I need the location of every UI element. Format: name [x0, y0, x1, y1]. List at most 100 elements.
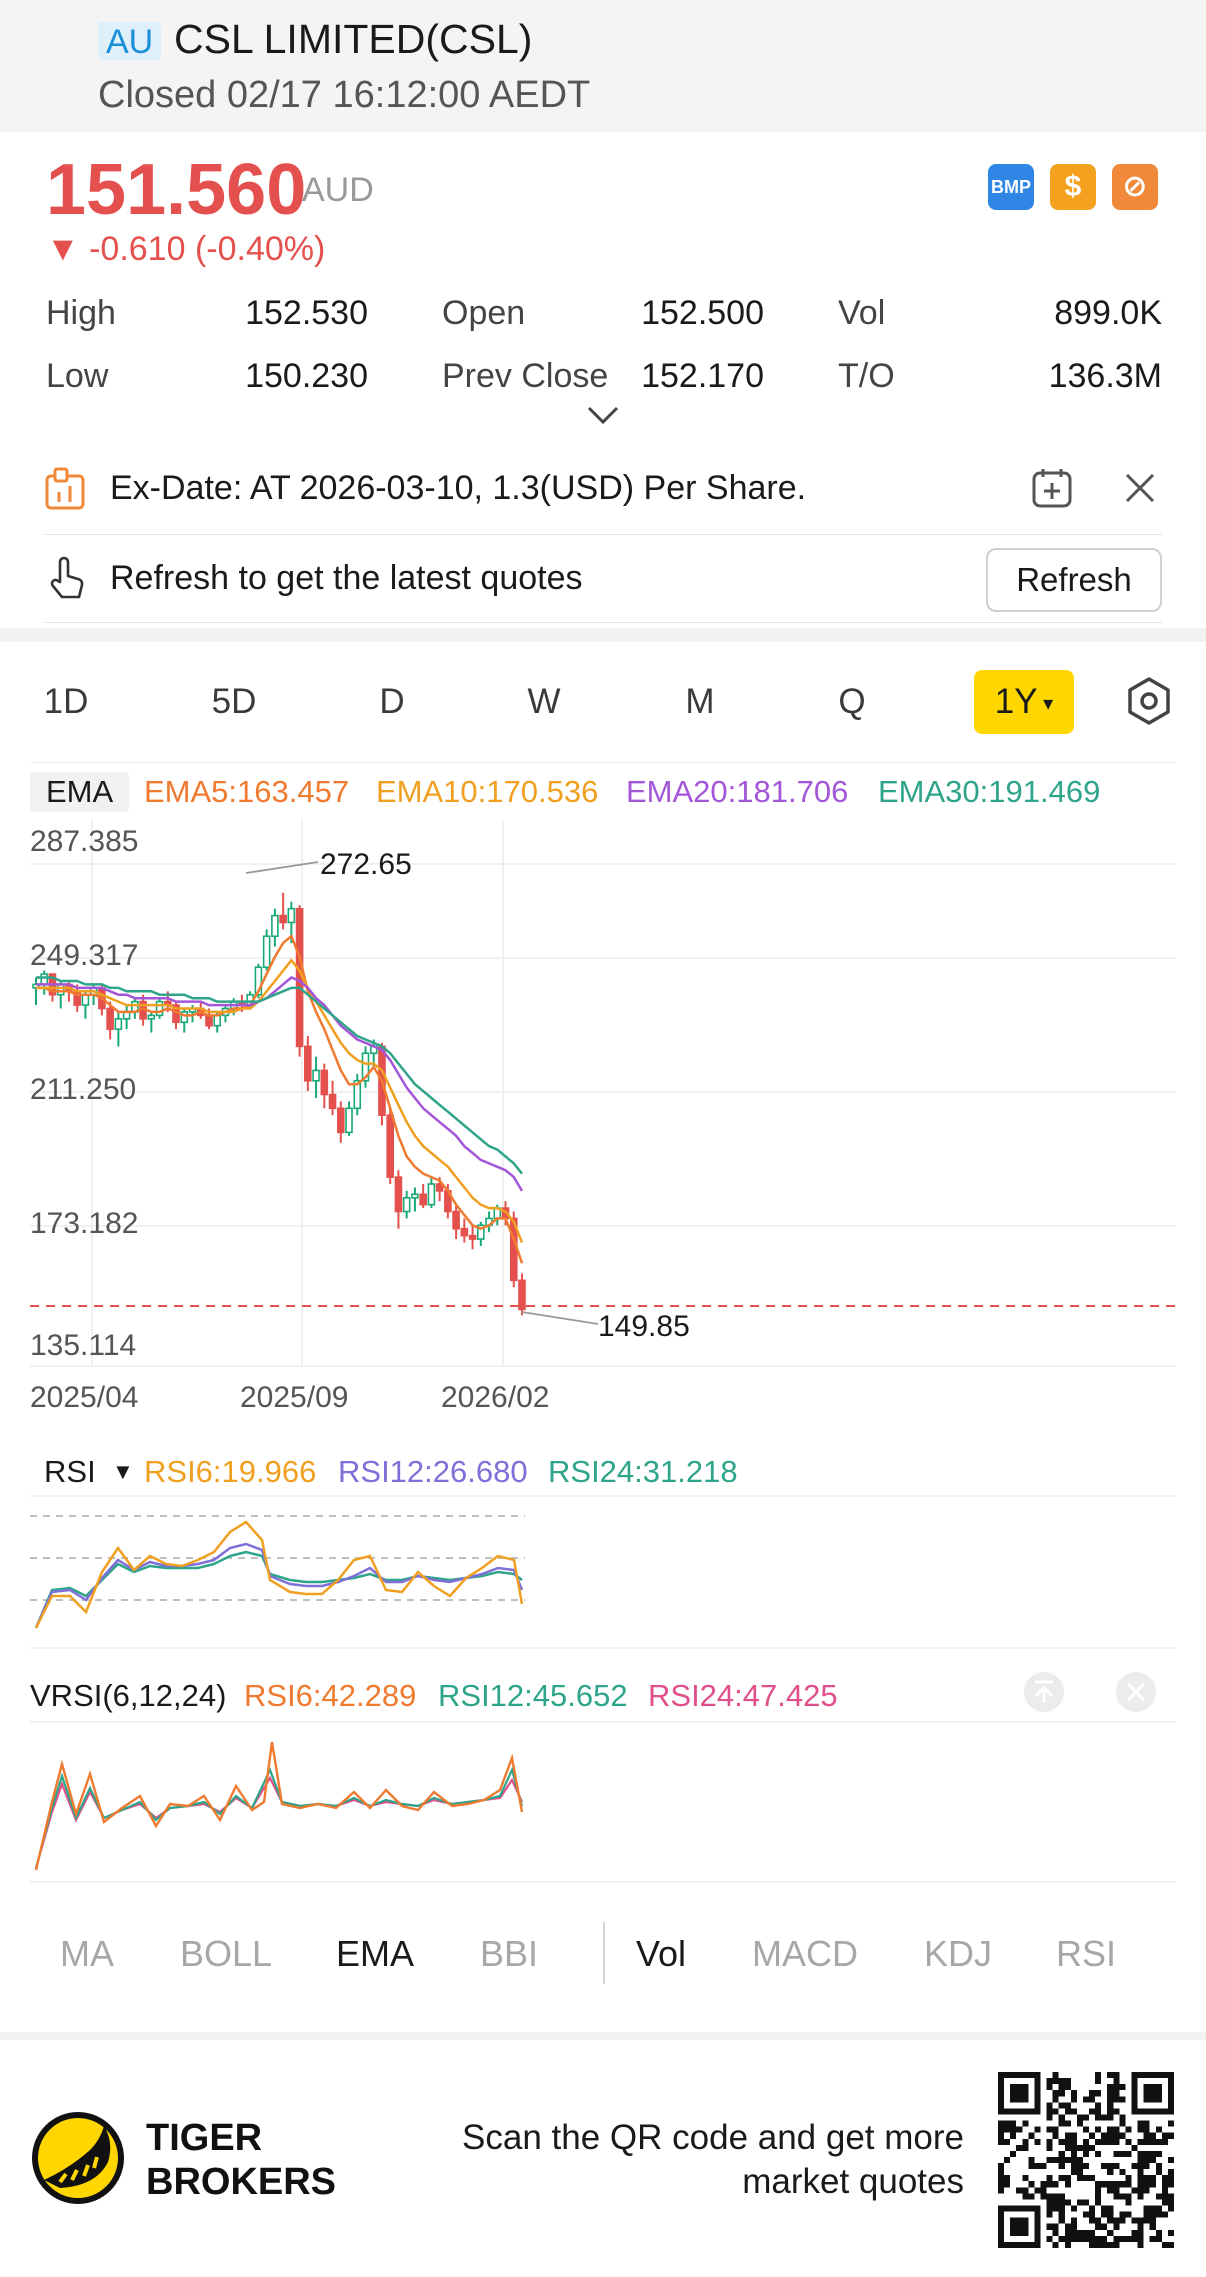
indicator-tab-vol[interactable]: Vol [636, 1932, 686, 1976]
qr-module [1046, 2199, 1053, 2206]
qr-module [1095, 2193, 1102, 2200]
qr-module [1052, 2205, 1059, 2212]
qr-module [998, 2138, 1005, 2145]
refresh-button[interactable]: Refresh [986, 548, 1162, 612]
refresh-hint: Refresh to get the latest quotes [110, 559, 583, 597]
indicator-tab-ma[interactable]: MA [60, 1932, 114, 1976]
indicator-tab-macd[interactable]: MACD [752, 1932, 858, 1976]
qr-module [1058, 2217, 1065, 2224]
qr-module [1058, 2199, 1065, 2206]
tab-1y-selected[interactable]: 1Y ▾ [974, 670, 1074, 734]
tab-w[interactable]: W [504, 672, 584, 732]
rsi-chart[interactable] [0, 1490, 1206, 1650]
qr-module [1089, 2241, 1096, 2248]
candlestick-chart[interactable]: 272.65 149.85 [0, 820, 1206, 1420]
qr-module [1107, 2096, 1114, 2103]
qr-module [1149, 2223, 1156, 2230]
date-tick-2: 2025/09 [240, 1381, 349, 1414]
qr-module [1070, 2235, 1077, 2242]
price-tick-5: 135.114 [30, 1329, 137, 1362]
calendar-add-icon[interactable] [1030, 466, 1074, 510]
qr-module [1101, 2235, 1108, 2242]
rsi-panel-name[interactable]: RSI [44, 1452, 96, 1492]
tab-1y-label: 1Y [994, 682, 1038, 721]
candle-up [213, 1014, 222, 1027]
qr-module [1046, 2108, 1053, 2115]
indicator-tab-boll[interactable]: BOLL [180, 1932, 272, 1976]
vrsi-panel-name[interactable]: VRSI(6,12,24) [30, 1676, 226, 1716]
tab-1d[interactable]: 1D [26, 672, 106, 732]
tab-m[interactable]: M [660, 672, 740, 732]
qr-module [1149, 2217, 1156, 2224]
qr-module [1113, 2126, 1120, 2133]
qr-module [1040, 2193, 1047, 2200]
qr-caption: Scan the QR code and get more market quo… [462, 2118, 964, 2201]
tab-d[interactable]: D [352, 672, 432, 732]
qr-module [1040, 2187, 1047, 2194]
qr-module [1167, 2229, 1174, 2236]
stat-label-open: Open [442, 294, 526, 332]
qr-module [1137, 2150, 1144, 2157]
candle-up [402, 1196, 411, 1213]
qr-module [1064, 2102, 1071, 2109]
qr-module [1101, 2163, 1108, 2170]
qr-module [1004, 2156, 1011, 2164]
indicator-tab-rsi[interactable]: RSI [1056, 1932, 1116, 1976]
stat-value-low: 150.230 [245, 357, 368, 395]
qr-module [1137, 2169, 1144, 2176]
chevron-down-icon[interactable] [586, 404, 620, 426]
remove-indicator-icon[interactable] [1114, 1670, 1158, 1714]
qr-module [1010, 2132, 1017, 2139]
indicator-tab-bbi[interactable]: BBI [480, 1932, 538, 1976]
qr-module [998, 2169, 1005, 2176]
candle-down [320, 1069, 329, 1096]
qr-module [1052, 2072, 1059, 2079]
qr-module [1082, 2175, 1090, 2182]
qr-module [1095, 2181, 1102, 2188]
qr-module [1064, 2084, 1071, 2091]
qr-module [1149, 2132, 1156, 2139]
price-change: ▼ -0.610 (-0.40%) [46, 230, 326, 268]
caret-down-icon[interactable]: ▼ [112, 1452, 134, 1492]
vrsi-chart[interactable] [0, 1716, 1206, 1886]
tab-5d[interactable]: 5D [194, 672, 274, 732]
no-short-icon[interactable]: ⊘ [1112, 164, 1158, 210]
qr-module [1089, 2205, 1096, 2212]
qr-module [1095, 2138, 1102, 2145]
qr-module [1095, 2114, 1102, 2121]
close-icon[interactable] [1124, 472, 1156, 504]
chart-settings-icon[interactable] [1124, 676, 1174, 726]
bmp-icon[interactable]: BMP [988, 164, 1034, 210]
qr-module [1095, 2241, 1102, 2248]
indicator-tab-ema[interactable]: EMA [336, 1932, 414, 1976]
qr-module [1052, 2181, 1059, 2188]
candle-up [312, 1069, 320, 1082]
move-to-top-icon[interactable] [1022, 1670, 1066, 1714]
dollar-icon[interactable]: $ [1050, 164, 1096, 210]
qr-module [1107, 2072, 1114, 2079]
qr-module [1028, 2193, 1035, 2200]
qr-module [1137, 2235, 1144, 2242]
candle-up [427, 1183, 436, 1206]
candle-up [411, 1193, 419, 1199]
qr-module [1155, 2235, 1162, 2242]
indicator-tab-kdj[interactable]: KDJ [924, 1932, 992, 1976]
qr-module [1143, 2156, 1150, 2164]
qr-module [1149, 2181, 1156, 2188]
qr-module [1089, 2108, 1096, 2115]
qr-module [998, 2126, 1005, 2133]
qr-module [1137, 2229, 1144, 2236]
qr-module [1046, 2211, 1053, 2218]
candle-up [287, 907, 296, 924]
qr-module [1149, 2235, 1156, 2242]
indicator-chip-ema[interactable]: EMA [30, 772, 130, 812]
qr-module [1107, 2114, 1114, 2121]
qr-module [1101, 2181, 1108, 2188]
qr-module [1167, 2193, 1174, 2200]
tab-q[interactable]: Q [812, 672, 892, 732]
qr-module [1082, 2199, 1090, 2206]
qr-module [1143, 2132, 1150, 2139]
qr-module [1101, 2205, 1108, 2212]
qr-module [1058, 2150, 1065, 2157]
qr-module [1167, 2132, 1174, 2139]
